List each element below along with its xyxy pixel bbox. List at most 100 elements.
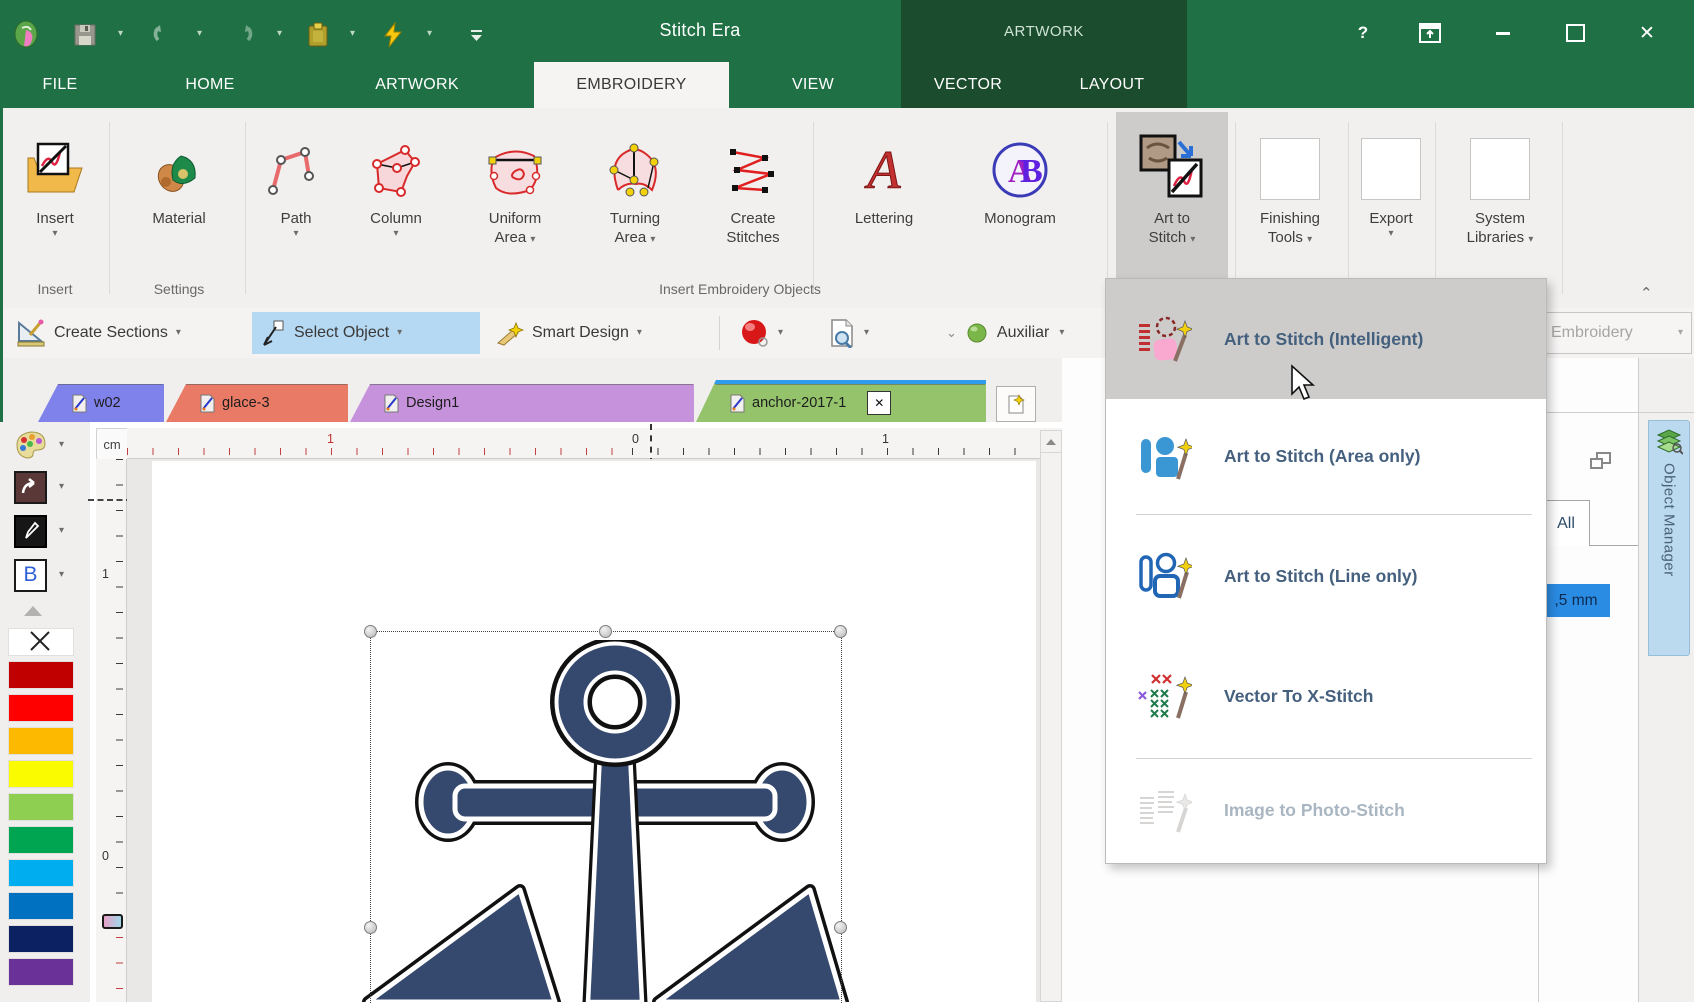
paste-dropdown-icon[interactable]: ▾ — [350, 28, 355, 39]
float-panel-button[interactable] — [1590, 452, 1612, 475]
menu-separator — [1136, 514, 1532, 515]
close-tab-button[interactable]: ✕ — [867, 391, 891, 415]
ribbon-button-finishing-tools[interactable]: Finishing Tools ▾ — [1244, 112, 1336, 300]
new-document-tab-button[interactable] — [996, 386, 1036, 422]
selection-handle-top-left[interactable] — [364, 625, 377, 638]
minimize-button[interactable] — [1483, 18, 1523, 48]
smart-design-button[interactable]: Smart Design ▾ — [486, 312, 650, 354]
embroidery-mode-select[interactable]: Embroidery ▾ — [1542, 312, 1692, 354]
chevron-collapse-icon: ⌄ — [946, 325, 957, 341]
palette-scroll-up-icon[interactable] — [24, 606, 42, 616]
ribbon-button-uniform-area[interactable]: Uniform Area ▾ — [468, 112, 562, 300]
document-magnifier-icon — [828, 318, 856, 348]
selection-handle-top-right[interactable] — [834, 625, 847, 638]
ribbon-button-material[interactable]: Material — [134, 112, 224, 300]
selection-handle-mid-right[interactable] — [834, 921, 847, 934]
selection-handle-mid-left[interactable] — [364, 921, 377, 934]
doc-tab-glace-3[interactable]: glace-3 — [166, 384, 348, 422]
color-swatch-green[interactable] — [8, 826, 74, 854]
app-logo-icon[interactable] — [12, 22, 42, 48]
selection-handle-top-mid[interactable] — [599, 625, 612, 638]
bold-b-icon: B — [14, 559, 47, 592]
color-swatch-light-blue[interactable] — [8, 859, 74, 887]
ribbon-separator — [1107, 122, 1108, 294]
undo-icon[interactable] — [148, 22, 178, 48]
maximize-button[interactable] — [1555, 18, 1595, 48]
color-swatch-dark-red[interactable] — [8, 661, 74, 689]
menu-item-art-to-stitch-area-only[interactable]: Art to Stitch (Area only) — [1106, 399, 1546, 514]
doc-tab-anchor-2017-1-active[interactable]: anchor-2017-1 ✕ — [696, 380, 986, 422]
vertical-scrollbar[interactable] — [1040, 430, 1062, 1002]
run-dropdown-icon[interactable]: ▾ — [427, 28, 432, 39]
tab-vector[interactable]: VECTOR — [918, 62, 1018, 108]
save-icon[interactable] — [70, 22, 100, 48]
help-button[interactable]: ? — [1343, 18, 1383, 48]
no-color-x-icon — [9, 629, 71, 653]
menu-item-art-to-stitch-intelligent[interactable]: Art to Stitch (Intelligent) — [1106, 279, 1546, 399]
ribbon-button-export[interactable]: Export ▾ — [1356, 112, 1426, 300]
doc-tab-w02[interactable]: w02 — [38, 384, 164, 422]
color-swatch-no-color[interactable] — [8, 628, 74, 656]
doc-tab-design1[interactable]: Design1 — [350, 384, 694, 422]
ribbon-display-options-button[interactable] — [1410, 18, 1450, 48]
color-swatch-yellow[interactable] — [8, 760, 74, 788]
ribbon-button-art-to-stitch[interactable]: Art to Stitch ▾ — [1116, 112, 1228, 300]
ribbon-button-system-libraries[interactable]: System Libraries ▾ — [1450, 112, 1550, 300]
auxiliar-toggle[interactable]: ⌄ Auxiliar ▾ — [938, 312, 1072, 354]
tab-view[interactable]: VIEW — [768, 62, 858, 108]
ruler-origin-marker[interactable] — [102, 914, 123, 929]
redo-icon[interactable] — [228, 22, 258, 48]
color-swatch-navy[interactable] — [8, 925, 74, 953]
color-swatch-light-green[interactable] — [8, 793, 74, 821]
ribbon-button-column[interactable]: Column ▾ — [350, 112, 442, 300]
menu-item-vector-to-x-stitch[interactable]: Vector To X-Stitch — [1106, 636, 1546, 756]
undo-dropdown-icon[interactable]: ▾ — [197, 28, 202, 39]
green-dot-icon — [967, 323, 987, 343]
maximize-icon — [1566, 24, 1585, 42]
close-icon: ✕ — [1639, 22, 1655, 45]
tab-embroidery[interactable]: EMBROIDERY — [534, 62, 729, 108]
chevron-down-icon: ▾ — [1059, 327, 1064, 339]
ruler-unit-box[interactable]: cm — [96, 428, 128, 460]
ribbon-button-turning-area[interactable]: Turning Area ▾ — [588, 112, 682, 300]
bold-tool[interactable]: B ▾ — [14, 558, 84, 592]
chevron-down-icon[interactable]: ▾ — [864, 327, 869, 339]
color-swatch-purple[interactable] — [8, 958, 74, 986]
tab-home[interactable]: HOME — [155, 62, 265, 108]
chevron-down-icon[interactable]: ▾ — [778, 327, 783, 339]
save-dropdown-icon[interactable]: ▾ — [118, 28, 123, 39]
close-button[interactable]: ✕ — [1627, 18, 1667, 48]
tab-all[interactable]: All — [1542, 500, 1590, 546]
ribbon-button-lettering[interactable]: A Lettering — [838, 112, 930, 300]
fill-tool[interactable]: ▾ — [14, 470, 84, 504]
select-object-button[interactable]: Select Object ▾ — [252, 312, 480, 354]
pen-tool[interactable]: ▾ — [14, 514, 84, 548]
menu-item-art-to-stitch-line-only[interactable]: Art to Stitch (Line only) — [1106, 516, 1546, 636]
ribbon-button-monogram[interactable]: AB Monogram — [972, 112, 1068, 300]
tab-file[interactable]: FILE — [18, 62, 102, 108]
color-swatch-orange[interactable] — [8, 727, 74, 755]
ribbon-button-insert[interactable]: Insert ▾ — [12, 112, 98, 300]
redo-dropdown-icon[interactable]: ▾ — [277, 28, 282, 39]
selected-stitch-value[interactable]: ,5 mm — [1542, 584, 1610, 617]
tab-layout[interactable]: LAYOUT — [1062, 62, 1162, 108]
preview-zoom-button[interactable]: ▾ — [820, 312, 877, 354]
color-swatch-red[interactable] — [8, 694, 74, 722]
paste-icon[interactable] — [303, 22, 333, 48]
object-manager-tab[interactable]: Object Manager — [1648, 420, 1690, 656]
simulation-button[interactable]: ▾ — [732, 312, 791, 354]
quick-run-icon[interactable] — [378, 22, 408, 48]
art-to-stitch-intelligent-icon — [1136, 311, 1192, 367]
create-sections-button[interactable]: Create Sections ▾ — [8, 312, 189, 354]
chevron-down-icon: ▾ — [530, 234, 535, 245]
color-swatch-blue[interactable] — [8, 892, 74, 920]
customize-quick-access-icon[interactable] — [462, 22, 492, 48]
collapse-ribbon-icon[interactable]: ⌃ — [1640, 284, 1653, 302]
group-label-settings: Settings — [134, 281, 224, 303]
palette-tool[interactable]: ▾ — [14, 428, 84, 462]
document-icon — [72, 394, 87, 413]
tab-artwork[interactable]: ARTWORK — [352, 62, 482, 108]
ribbon-button-create-stitches[interactable]: Create Stitches — [706, 112, 800, 300]
ribbon-button-path[interactable]: Path ▾ — [254, 112, 338, 300]
scroll-up-button[interactable] — [1041, 431, 1061, 453]
